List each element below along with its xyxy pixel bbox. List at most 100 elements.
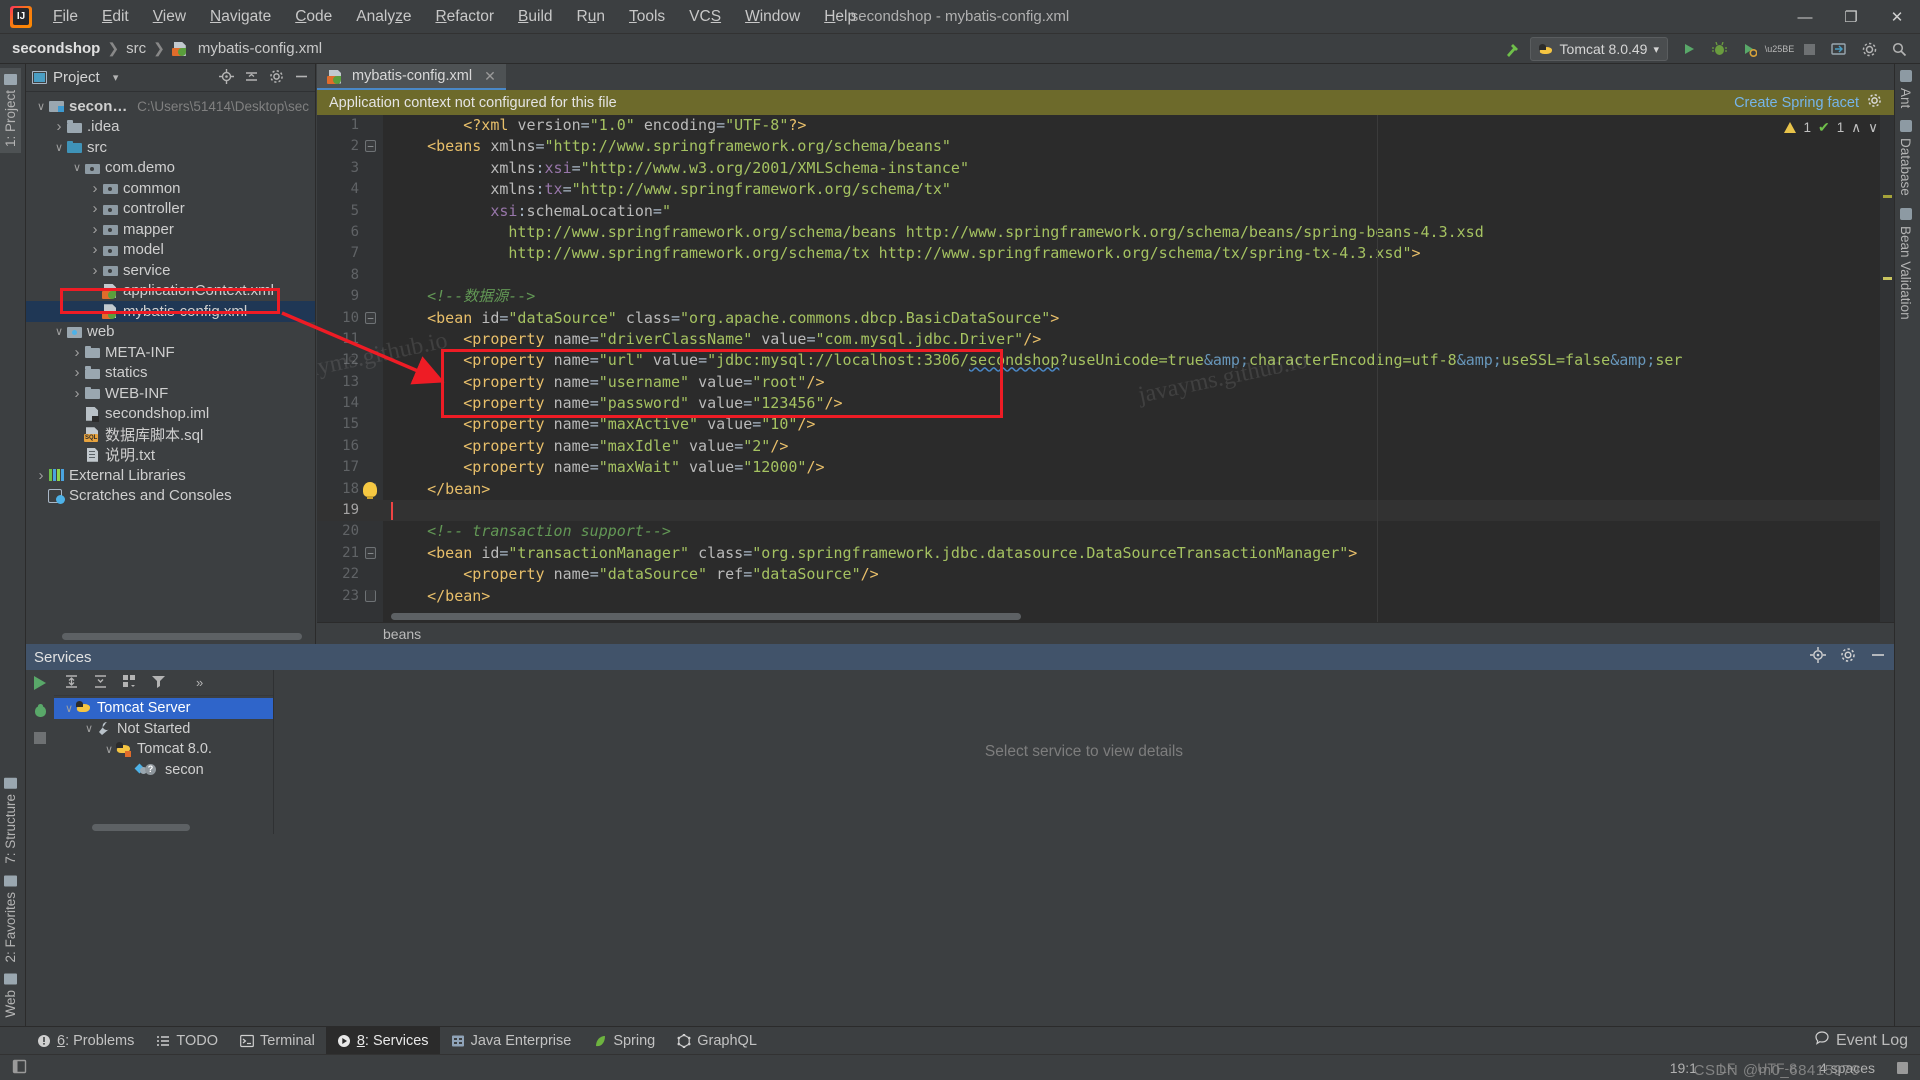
create-spring-facet-link[interactable]: Create Spring facet: [1734, 95, 1859, 111]
chevron-down-icon[interactable]: ∨: [62, 702, 76, 715]
tree-node[interactable]: ∨ web: [26, 322, 315, 343]
notification-gear-icon[interactable]: [1867, 93, 1882, 112]
locate-file-icon[interactable]: [218, 68, 234, 87]
close-button[interactable]: ✕: [1874, 0, 1920, 34]
filter-icon[interactable]: [151, 674, 166, 692]
code-line[interactable]: 12 <property name="url" value="jdbc:mysq…: [317, 350, 1894, 371]
chevron-down-icon[interactable]: ∨: [52, 325, 66, 338]
tree-node[interactable]: › External Libraries: [26, 465, 315, 486]
tree-node[interactable]: secondshop.iml: [26, 404, 315, 425]
services-tree[interactable]: ∨ Tomcat Server ∨ Not Started ∨ Tomcat 8.0.? s…: [54, 696, 273, 780]
bottom-bar-graphql[interactable]: GraphQL: [666, 1027, 768, 1055]
fold-collapse-icon[interactable]: −: [365, 546, 376, 559]
chevron-down-icon[interactable]: ∨: [34, 100, 48, 113]
stop-button[interactable]: [1796, 37, 1822, 61]
inspection-widget[interactable]: 1 ✔ 1 ∧ ∨: [1784, 119, 1878, 136]
bottom-bar-spring[interactable]: Spring: [582, 1027, 666, 1055]
code-line[interactable]: 16 <property name="maxIdle" value="2"/>: [317, 436, 1894, 457]
code-line[interactable]: 1 <?xml version="1.0" encoding="UTF-8"?>: [317, 115, 1894, 136]
collapse-all-icon[interactable]: [243, 69, 259, 87]
right-stripe-button-database[interactable]: Database: [1895, 114, 1916, 202]
code-line[interactable]: 6 http://www.springframework.org/schema/…: [317, 222, 1894, 243]
code-line[interactable]: 8: [317, 265, 1894, 286]
chevron-down-icon[interactable]: ∨: [70, 161, 84, 174]
more-options-icon[interactable]: »: [196, 675, 203, 690]
code-line[interactable]: 14 <property name="password" value="1234…: [317, 393, 1894, 414]
menu-window[interactable]: Window: [734, 4, 811, 30]
chevron-down-icon[interactable]: ▾: [108, 71, 124, 84]
stripe-button-2-favorites[interactable]: 2: Favorites: [0, 870, 21, 969]
error-stripe-gutter[interactable]: [1880, 115, 1894, 622]
intention-bulb-icon[interactable]: [363, 481, 377, 499]
chevron-right-icon[interactable]: ›: [70, 344, 84, 361]
build-hammer-icon[interactable]: [1500, 37, 1526, 61]
expand-all-icon[interactable]: [64, 674, 79, 692]
menu-edit[interactable]: Edit: [91, 4, 140, 30]
bottom-bar-todo[interactable]: TODO: [145, 1027, 229, 1055]
tree-node[interactable]: ∨ com.demo: [26, 158, 315, 179]
chevron-right-icon[interactable]: ›: [70, 385, 84, 402]
project-tree[interactable]: ∨ secondshop C:\Users\51414\Desktop\sec › .i…: [26, 92, 315, 644]
tree-node[interactable]: applicationContext.xml: [26, 281, 315, 302]
menu-build[interactable]: Build: [507, 4, 563, 30]
run-with-coverage-button[interactable]: [1736, 37, 1762, 61]
chevron-right-icon[interactable]: ›: [34, 467, 48, 484]
services-node[interactable]: ? secon: [54, 760, 273, 781]
bottom-bar-8-services[interactable]: 8: Services: [325, 1026, 440, 1055]
menu-navigate[interactable]: Navigate: [199, 4, 282, 30]
code-line[interactable]: 15 <property name="maxActive" value="10"…: [317, 414, 1894, 435]
services-gear-icon[interactable]: [1840, 647, 1856, 668]
stop-icon[interactable]: [34, 732, 46, 744]
code-line[interactable]: 22 <property name="dataSource" ref="data…: [317, 564, 1894, 585]
bottom-bar-java-enterprise[interactable]: Java Enterprise: [440, 1027, 583, 1055]
group-by-icon[interactable]: [122, 674, 137, 692]
bottom-bar-terminal[interactable]: Terminal: [229, 1027, 326, 1055]
tree-node[interactable]: › common: [26, 178, 315, 199]
tree-node[interactable]: SQL 数据库脚本.sql: [26, 424, 315, 445]
debug-icon[interactable]: [33, 704, 48, 718]
code-line[interactable]: 18 </bean>: [317, 479, 1894, 500]
code-lines[interactable]: 1 <?xml version="1.0" encoding="UTF-8"?>…: [317, 115, 1894, 622]
chevron-right-icon[interactable]: ›: [88, 241, 102, 258]
tree-node[interactable]: › controller: [26, 199, 315, 220]
minimize-button[interactable]: —: [1782, 0, 1828, 34]
breadcrumb-src[interactable]: src: [126, 40, 146, 57]
tree-node[interactable]: › mapper: [26, 219, 315, 240]
chevron-right-icon[interactable]: ›: [52, 118, 66, 135]
stripe-button-1-project[interactable]: 1: Project: [0, 68, 21, 154]
menu-help[interactable]: Help: [813, 4, 867, 30]
code-line[interactable]: 10− <bean id="dataSource" class="org.apa…: [317, 308, 1894, 329]
breadcrumb-file[interactable]: mybatis-config.xml: [171, 40, 322, 57]
project-tree-horizontal-scrollbar[interactable]: [62, 633, 302, 640]
fold-collapse-icon[interactable]: −: [365, 311, 376, 324]
breadcrumb-project[interactable]: secondshop: [12, 40, 100, 57]
tree-node[interactable]: › META-INF: [26, 342, 315, 363]
code-line[interactable]: 19: [317, 500, 1894, 522]
debug-button[interactable]: [1706, 37, 1732, 61]
code-line[interactable]: 3 xmlns:xsi="http://www.w3.org/2001/XMLS…: [317, 158, 1894, 179]
right-stripe-button-bean-validation[interactable]: Bean Validation: [1895, 202, 1916, 326]
menu-run[interactable]: Run: [566, 4, 616, 30]
stripe-warning-mark[interactable]: [1883, 195, 1892, 198]
caret-up-icon[interactable]: ∧: [1851, 120, 1861, 136]
code-line[interactable]: 7 http://www.springframework.org/schema/…: [317, 243, 1894, 264]
services-hide-icon[interactable]: [1870, 647, 1886, 668]
chevron-down-icon[interactable]: ∨: [52, 141, 66, 154]
code-editor[interactable]: 1 <?xml version="1.0" encoding="UTF-8"?>…: [317, 115, 1894, 622]
project-settings-gear-icon[interactable]: [268, 69, 284, 87]
services-node-selected[interactable]: ∨ Tomcat Server: [54, 698, 273, 719]
menu-refactor[interactable]: Refactor: [424, 4, 505, 30]
run-configuration-selector[interactable]: Tomcat 8.0.49 ▾: [1529, 37, 1668, 61]
tab-mybatis-config-xml[interactable]: mybatis-config.xml ✕: [317, 64, 506, 90]
settings-gear-icon[interactable]: [1856, 37, 1882, 61]
services-tree-horizontal-scrollbar[interactable]: [92, 824, 190, 831]
tree-node[interactable]: ∨ secondshop C:\Users\51414\Desktop\sec: [26, 96, 315, 117]
menu-analyze[interactable]: Analyze: [345, 4, 422, 30]
tree-node[interactable]: 说明.txt: [26, 445, 315, 466]
maximize-button[interactable]: ❐: [1828, 0, 1874, 34]
menu-view[interactable]: View: [142, 4, 197, 30]
close-icon[interactable]: ✕: [484, 68, 496, 85]
code-line[interactable]: 21− <bean id="transactionManager" class=…: [317, 543, 1894, 564]
menu-code[interactable]: Code: [284, 4, 343, 30]
fold-collapse-icon[interactable]: −: [365, 140, 376, 153]
